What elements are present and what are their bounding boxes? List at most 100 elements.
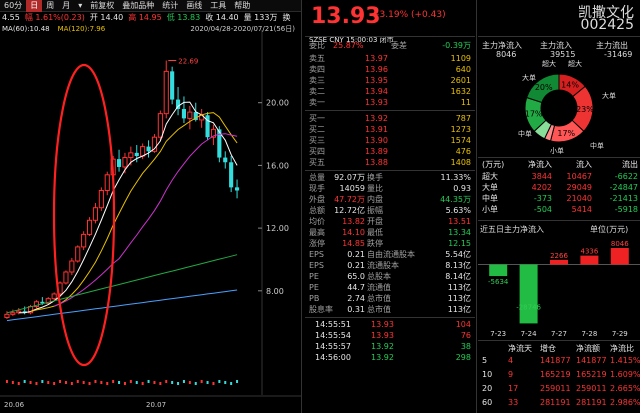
stat-value: 65.0 [347, 272, 365, 281]
tick-price: 13.92 [371, 342, 394, 351]
bid-label: 买一 [309, 114, 325, 123]
bid-row: 买四 13.89 476 [305, 146, 475, 157]
stat-row: 总额 12.72亿 振幅 5.63% [305, 205, 475, 216]
ask-volume: 11 [460, 98, 471, 107]
pie-category-label: 小单 [550, 146, 564, 155]
stat-label-2: 自由流通股本 [367, 250, 415, 259]
marker-dot [171, 381, 174, 384]
marker-dot [159, 382, 162, 385]
ask-row: 卖一 13.93 11 [305, 97, 475, 108]
stat-label-2: 最低 [367, 228, 383, 237]
stat-label: 外盘 [309, 195, 325, 204]
candle-body [69, 260, 75, 273]
pie-slice-label: 17% [557, 129, 575, 138]
kline-quote-line: 4.55 幅 1.61%(0.23) 开 14.40 高 14.95 低 13.83 收 … [0, 12, 301, 24]
high-price-label: 22.69 [178, 58, 198, 66]
bid-label: 买五 [309, 158, 325, 167]
stat-value-2: 5.63% [445, 206, 471, 215]
toolbar-item-7[interactable]: 统计 [158, 0, 182, 12]
weicha-value: -0.39万 [442, 41, 471, 50]
candle-body [122, 157, 128, 168]
flow-bar [519, 264, 538, 324]
ask-volume: 640 [455, 65, 471, 74]
stat-label: 总额 [309, 206, 325, 215]
quote-field-1: 幅 1.61%(0.23) [24, 13, 85, 22]
candle-body [170, 71, 175, 100]
bid-volume: 1408 [450, 158, 471, 167]
flow-row-out: -6622 [614, 172, 638, 181]
pie-category-label: 中单 [518, 129, 532, 138]
pie-slice-label: 14% [561, 80, 579, 89]
stat-label-2: 跌停 [367, 239, 383, 248]
candle-body [81, 233, 87, 248]
toolbar-item-6[interactable]: 叠加品种 [118, 0, 158, 12]
quote-field-4: 低 13.83 [166, 13, 201, 22]
stat-row: 外盘 47.72万 内盘 44.35万 [305, 194, 475, 205]
pie-slice-label: 17% [525, 110, 543, 119]
x-tick-label: 20.07 [146, 401, 166, 409]
tick-time: 14:55:51 [315, 320, 351, 329]
stat-row: 股息率 0.31 总市值 113亿 [305, 304, 475, 315]
toolbar-item-9[interactable]: 工具 [206, 0, 230, 12]
flow-table-header: (万元) [482, 160, 505, 169]
ask-label: 卖四 [309, 65, 325, 74]
marker-dot [182, 380, 185, 383]
ma-line [18, 101, 238, 314]
quote-field-3: 高 14.95 [128, 13, 162, 22]
ask-label: 卖五 [309, 54, 325, 63]
tick-price: 13.93 [371, 320, 394, 329]
marker-dot [70, 382, 73, 385]
stats-row: 20 17 259011 259011 2.665% [478, 383, 640, 394]
stat-value-2: 12.15 [448, 239, 471, 248]
marker-dot [153, 381, 156, 384]
toolbar-item-1[interactable]: 日 [26, 0, 43, 12]
bid-label: 买二 [309, 125, 325, 134]
stat-value-2: 13.34 [448, 228, 471, 237]
toolbar-item-8[interactable]: 画线 [182, 0, 206, 12]
ask-price: 13.94 [365, 87, 388, 96]
stats-amount: 259011 [576, 384, 607, 393]
stat-value-2: 0.93 [453, 184, 471, 193]
marker-dot [17, 382, 20, 385]
kline-chart-panel[interactable]: 20.00 16.00 12.00 8.00 20.06 20.07 22.69 60分日周… [0, 0, 302, 413]
flow-bar-category: 7-29 [612, 330, 628, 338]
bid-price: 13.88 [365, 158, 388, 167]
marker-dot [188, 381, 191, 384]
weibi-row: 委比 25.87% 委差 -0.39万 [305, 40, 475, 51]
recent-flow-chart: -5634 7-23 -28746 7-24 2266 7-27 4336 7-28 8046 7… [478, 240, 640, 338]
x-tick-label: 20.06 [4, 401, 25, 409]
toolbar-item-4[interactable]: ▾ [74, 0, 86, 12]
flow-row-out: -5918 [614, 205, 638, 214]
ask-price: 13.97 [365, 54, 388, 63]
bid-volume: 787 [455, 114, 471, 123]
toolbar-item-5[interactable]: 前复权 [86, 0, 118, 12]
toolbar-item-3[interactable]: 月 [58, 0, 74, 12]
toolbar-item-2[interactable]: 周 [42, 0, 58, 12]
ma-legend-item-0: MA(60):10.48 [2, 25, 50, 33]
stat-value-2: 113亿 [447, 283, 471, 292]
marker-dot [147, 380, 150, 383]
toolbar-item-0[interactable]: 60分 [0, 0, 26, 12]
marker-dot [212, 382, 215, 385]
pie-slice-label: 23% [576, 105, 594, 114]
highlight-ellipse [52, 63, 116, 367]
stat-label-2: 振幅 [367, 206, 383, 215]
toolbar-item-10[interactable]: 帮助 [230, 0, 254, 12]
quote-panel: 13.93 +3.19% (+0.43) SZSE CNY 15:00:03 闭… [305, 0, 475, 413]
kline-plot[interactable]: 20.00 16.00 12.00 8.00 20.06 20.07 22.69 [0, 0, 302, 413]
flow-table-row: 小单 -504 5414 -5918 [478, 204, 640, 215]
ask-price: 13.93 [365, 98, 388, 107]
marker-dot [100, 381, 103, 384]
bid-price: 13.89 [365, 147, 388, 156]
stat-value-2: 113亿 [447, 305, 471, 314]
tick-row: 14:55:57 13.92 38 [305, 341, 475, 352]
stat-value: 14.10 [342, 228, 365, 237]
stats-ratio: 2.665% [610, 384, 640, 393]
ask-price: 13.95 [365, 76, 388, 85]
marker-dot [82, 381, 85, 384]
candle-body [116, 159, 122, 167]
stat-label-2: 量比 [367, 184, 383, 193]
pie-category-label: 超大 [542, 59, 556, 68]
stat-value: 92.07万 [334, 173, 365, 182]
flow-bar-label: -28746 [516, 303, 541, 311]
